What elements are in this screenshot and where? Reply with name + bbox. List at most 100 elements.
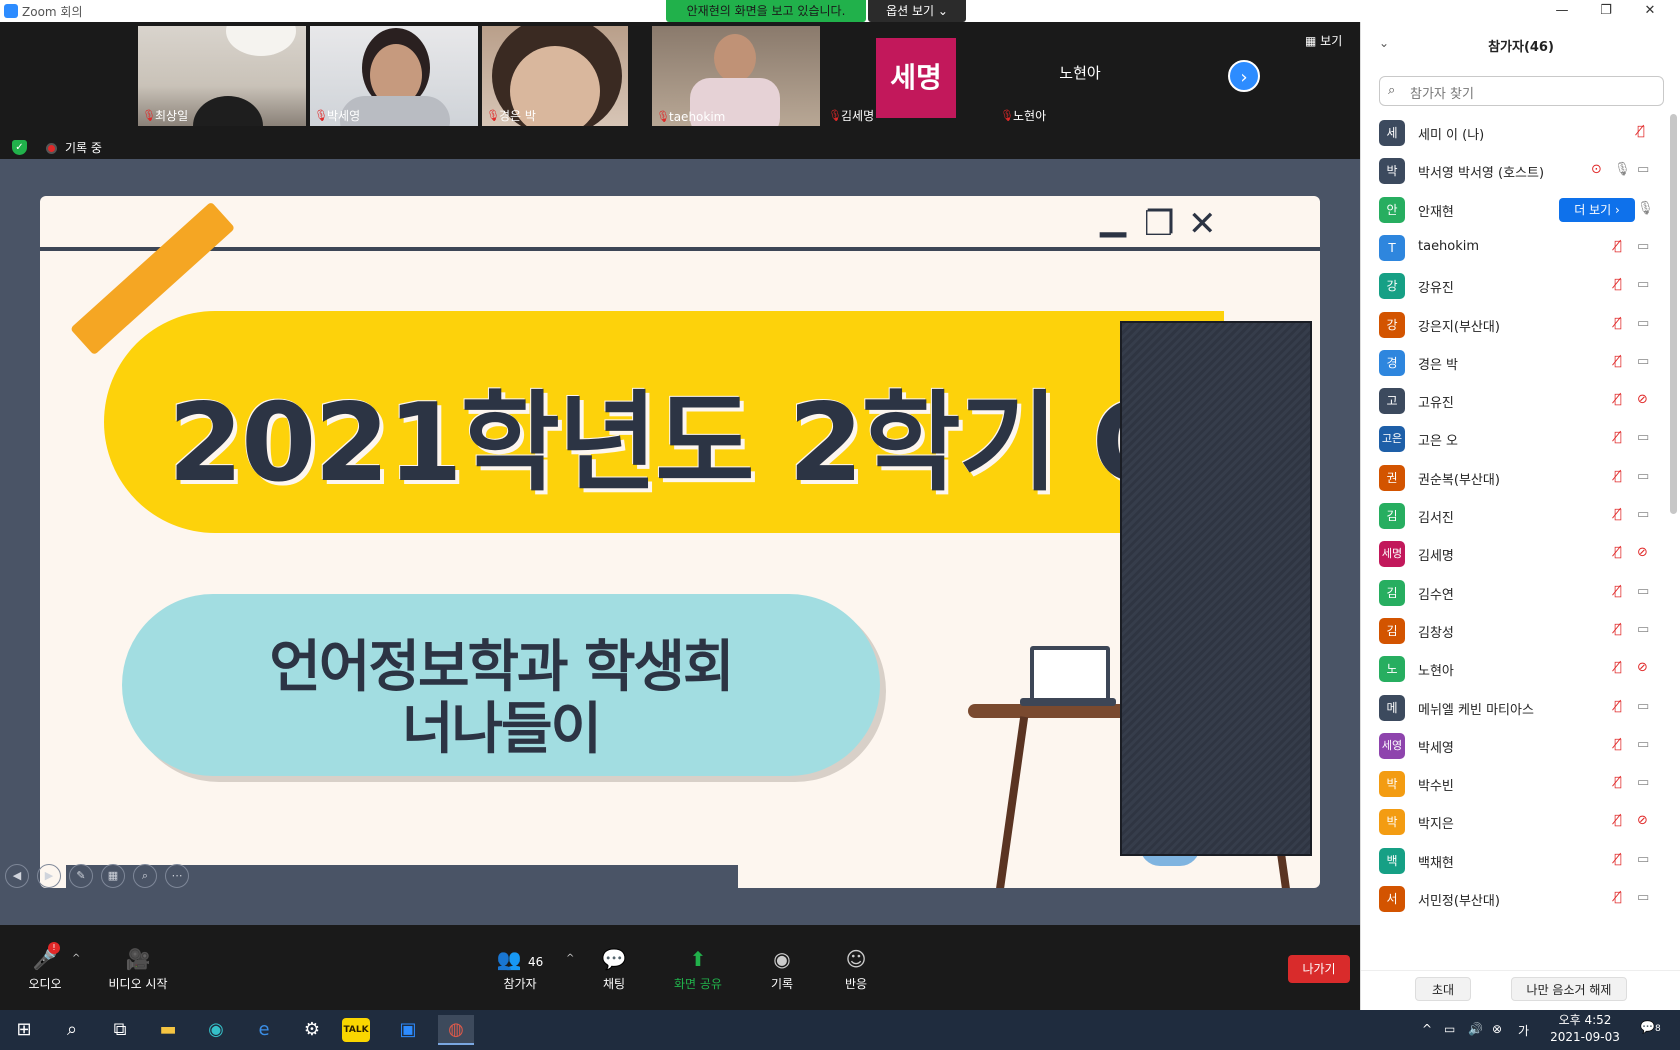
invite-button[interactable]: 초대 (1415, 977, 1471, 1001)
participant-row[interactable]: 김 김서진 🎙̸ ▭ (1361, 497, 1666, 535)
more-button[interactable]: 더 보기 › (1559, 197, 1635, 222)
taskbar-clock[interactable]: 오후 4:52 2021-09-03 (1545, 1012, 1625, 1046)
microphone-muted-icon[interactable]: 🎙̸ (1614, 622, 1622, 637)
participant-row[interactable]: 강 강유진 🎙̸ ▭ (1361, 267, 1666, 305)
participant-row[interactable]: 서 서민정(부산대) 🎙̸ ▭ (1361, 880, 1666, 918)
view-options-button[interactable]: 옵션 보기 ⌄ (868, 0, 966, 22)
file-explorer-icon[interactable]: ▬ (150, 1015, 186, 1045)
camera-off-icon[interactable]: ⊘ (1637, 392, 1648, 407)
camera-icon[interactable]: ▭ (1637, 316, 1649, 331)
next-page-button[interactable]: › (1228, 60, 1260, 92)
camera-icon[interactable]: ▭ (1637, 737, 1649, 752)
camera-icon[interactable]: ▭ (1637, 354, 1649, 369)
participant-row[interactable]: 노 노현아 🎙̸ ⊘ (1361, 650, 1666, 688)
video-tile[interactable]: 세명 🎙 김세명 (824, 26, 992, 126)
camera-icon[interactable]: ▭ (1637, 622, 1649, 637)
participant-row[interactable]: 세 세미 이 (나) 🎙̸ (1361, 114, 1666, 152)
microphone-muted-icon[interactable]: 🎙̸ (1614, 737, 1622, 752)
participant-row[interactable]: 고 고유진 🎙̸ ⊘ (1361, 382, 1666, 420)
participants-button[interactable]: 👥 46 참가자 (480, 947, 560, 992)
internet-explorer-icon[interactable]: e (246, 1015, 282, 1045)
next-slide-button[interactable]: ▶ (37, 864, 61, 888)
microphone-muted-icon[interactable]: 🎙̸ (1614, 584, 1622, 599)
camera-icon[interactable]: ▭ (1637, 239, 1649, 254)
camera-icon[interactable]: ▭ (1637, 775, 1649, 790)
participant-row[interactable]: 김 김창성 🎙̸ ▭ (1361, 612, 1666, 650)
shield-icon[interactable]: ✓ (12, 140, 27, 155)
microphone-muted-icon[interactable]: 🎙̸ (1614, 813, 1622, 828)
participant-row[interactable]: 메 메뉘엘 케빈 마티아스 🎙̸ ▭ (1361, 689, 1666, 727)
slide-sorter-button[interactable]: ▦ (101, 864, 125, 888)
microphone-muted-icon[interactable]: 🎙̸ (1614, 775, 1622, 790)
show-hidden-icons-icon[interactable]: ^ (1422, 1022, 1432, 1036)
leave-meeting-button[interactable]: 나가기 (1288, 955, 1350, 983)
windows-start-icon[interactable]: ⊞ (6, 1015, 42, 1045)
volume-icon[interactable]: 🔊 (1468, 1022, 1483, 1036)
participant-row[interactable]: 경 경은 박 🎙̸ ▭ (1361, 344, 1666, 382)
camera-off-icon[interactable]: ⊘ (1637, 545, 1648, 560)
camera-icon[interactable]: ▭ (1637, 430, 1649, 445)
participant-row[interactable]: 권 권순복(부산대) 🎙̸ ▭ (1361, 459, 1666, 497)
participant-search-input[interactable]: ⌕ 참가자 찾기 (1379, 76, 1664, 106)
zoom-slide-button[interactable]: ⌕ (133, 864, 157, 888)
camera-icon[interactable]: ▭ (1637, 469, 1649, 484)
video-tile[interactable]: 🎙 경은 박 (482, 26, 628, 126)
participant-row[interactable]: 고은 고은 오 🎙̸ ▭ (1361, 420, 1666, 458)
powerpoint-taskbar-icon[interactable]: ◍ (438, 1015, 474, 1045)
settings-gear-icon[interactable]: ⚙ (294, 1015, 330, 1045)
participant-row[interactable]: 김 김수연 🎙̸ ▭ (1361, 574, 1666, 612)
microphone-muted-icon[interactable]: 🎙̸ (1614, 852, 1622, 867)
zoom-taskbar-icon[interactable]: ▣ (390, 1015, 426, 1045)
camera-icon[interactable]: ▭ (1637, 852, 1649, 867)
video-tile[interactable]: 노현아 🎙 노현아 (996, 26, 1164, 126)
participant-row[interactable]: Ttaehokim 🎙̸ ▭ (1361, 229, 1666, 267)
minimize-button[interactable]: — (1540, 0, 1584, 22)
camera-icon[interactable]: ▭ (1637, 890, 1649, 905)
microphone-muted-icon[interactable]: 🎙̸ (1614, 316, 1622, 331)
microphone-icon[interactable]: 🎙 (1614, 162, 1631, 177)
video-tile[interactable]: 🎙 박세영 (310, 26, 478, 126)
share-screen-button[interactable]: ⬆ 화면 공유 (658, 947, 738, 992)
microphone-muted-icon[interactable]: 🎙̸ (1614, 354, 1622, 369)
microphone-muted-icon[interactable]: 🎙̸ (1614, 239, 1622, 254)
network-icon[interactable]: ▭ (1444, 1022, 1455, 1036)
battery-warning-icon[interactable]: ⊗ (1492, 1022, 1502, 1036)
participant-row[interactable]: 박 박수빈 🎙̸ ▭ (1361, 765, 1666, 803)
task-view-icon[interactable]: ⧉ (102, 1015, 138, 1045)
annotate-pen-button[interactable]: ✎ (69, 864, 93, 888)
close-button[interactable]: ✕ (1628, 0, 1672, 22)
microphone-muted-icon[interactable]: 🎙̸ (1614, 392, 1622, 407)
restore-button[interactable]: ❐ (1584, 0, 1628, 22)
edge-browser-icon[interactable]: ◉ (198, 1015, 234, 1045)
microphone-muted-icon[interactable]: 🎙̸ (1614, 277, 1622, 292)
participant-row[interactable]: 안 안재현 더 보기 › 🎙 (1361, 191, 1666, 229)
notification-center-icon[interactable]: 💬8 (1640, 1020, 1661, 1034)
previous-slide-button[interactable]: ◀ (5, 864, 29, 888)
audio-options-caret[interactable]: ^ (72, 953, 80, 964)
microphone-muted-icon[interactable]: 🎙̸ (1614, 699, 1622, 714)
microphone-muted-icon[interactable]: 🎙̸ (1637, 124, 1645, 139)
participant-row[interactable]: 박 박지은 🎙̸ ⊘ (1361, 803, 1666, 841)
camera-icon[interactable]: ▭ (1637, 507, 1649, 522)
microphone-muted-icon[interactable]: 🎙̸ (1614, 507, 1622, 522)
unmute-me-button[interactable]: 나만 음소거 해제 (1511, 977, 1627, 1001)
reactions-button[interactable]: ☺ 반응 (816, 947, 896, 992)
start-video-button[interactable]: 🎥 비디오 시작 (98, 947, 178, 992)
video-tile[interactable]: 🎙 최상일 (138, 26, 306, 126)
camera-off-icon[interactable]: ⊘ (1637, 813, 1648, 828)
more-options-button[interactable]: ⋯ (165, 864, 189, 888)
participant-list-scrollbar[interactable] (1670, 114, 1677, 514)
microphone-icon[interactable]: 🎙 (1637, 201, 1654, 216)
camera-icon[interactable]: ▭ (1637, 277, 1649, 292)
camera-icon[interactable]: ▭ (1637, 584, 1649, 599)
camera-icon[interactable]: ▭ (1637, 162, 1649, 177)
input-method-icon[interactable]: 가 (1518, 1022, 1529, 1039)
microphone-muted-icon[interactable]: 🎙̸ (1614, 545, 1622, 560)
gallery-view-button[interactable]: ▦ 보기 (1305, 32, 1342, 49)
participant-row[interactable]: 강 강은지(부산대) 🎙̸ ▭ (1361, 306, 1666, 344)
participant-row[interactable]: 박 박서영 박서영 (호스트) ⊙ 🎙 ▭ (1361, 152, 1666, 190)
video-tile[interactable]: 🎙 taehokim (652, 26, 820, 126)
microphone-muted-icon[interactable]: 🎙̸ (1614, 430, 1622, 445)
microphone-muted-icon[interactable]: 🎙̸ (1614, 890, 1622, 905)
chat-button[interactable]: 💬 채팅 (574, 947, 654, 992)
